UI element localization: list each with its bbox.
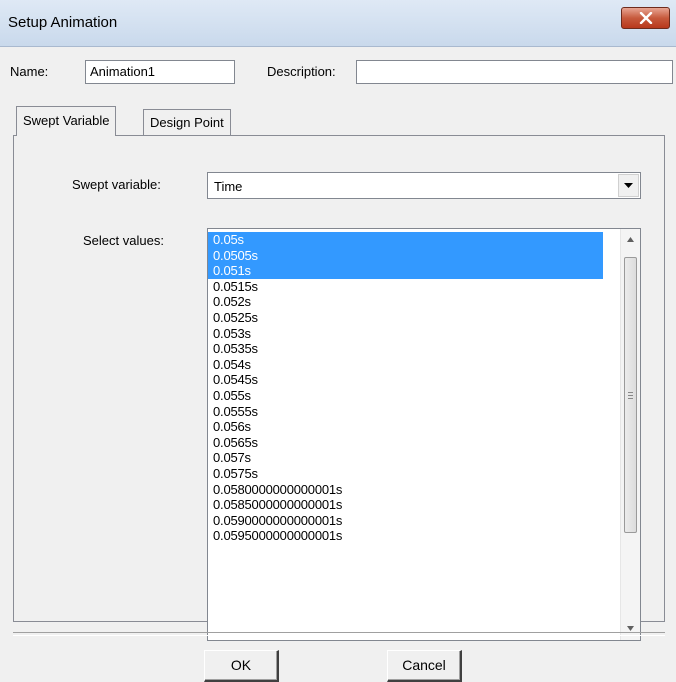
select-values-label: Select values: bbox=[83, 233, 164, 248]
swept-variable-value: Time bbox=[214, 179, 243, 194]
list-item[interactable]: 0.0505s bbox=[208, 247, 603, 264]
tab-swept-variable[interactable]: Swept Variable bbox=[16, 106, 117, 136]
list-item[interactable]: 0.053s bbox=[208, 326, 603, 342]
tab-design-point[interactable]: Design Point bbox=[143, 109, 231, 135]
values-listbox[interactable]: 0.05s 0.0505s 0.051s 0.0515s 0.052s 0.0525s 0.… bbox=[207, 228, 641, 641]
scroll-down-icon bbox=[627, 626, 634, 631]
ok-button[interactable]: OK bbox=[204, 650, 279, 682]
list-item[interactable]: 0.0585000000000001s bbox=[208, 497, 603, 513]
grip-line bbox=[628, 398, 633, 399]
list-item[interactable]: 0.055s bbox=[208, 388, 603, 404]
chevron-down-icon bbox=[624, 183, 633, 188]
name-field[interactable]: Animation1 bbox=[85, 60, 235, 84]
vertical-scrollbar[interactable] bbox=[620, 229, 640, 640]
footer-divider bbox=[13, 632, 665, 636]
list-item[interactable]: 0.0595000000000001s bbox=[208, 528, 603, 544]
values-list: 0.05s 0.0505s 0.051s 0.0515s 0.052s 0.0525s 0.… bbox=[208, 232, 603, 544]
list-item[interactable]: 0.0590000000000001s bbox=[208, 513, 603, 529]
list-item[interactable]: 0.0545s bbox=[208, 372, 603, 388]
dropdown-arrow-button[interactable] bbox=[618, 174, 639, 197]
list-item[interactable]: 0.056s bbox=[208, 419, 603, 435]
grip-line bbox=[628, 392, 633, 393]
swept-variable-label: Swept variable: bbox=[72, 177, 161, 192]
window-title: Setup Animation bbox=[8, 14, 118, 31]
list-item[interactable]: 0.05s bbox=[208, 232, 603, 248]
dialog-body: Name: Animation1 Description: Swept Vari… bbox=[3, 47, 673, 682]
list-item[interactable]: 0.0580000000000001s bbox=[208, 482, 603, 498]
list-item[interactable]: 0.0535s bbox=[208, 341, 603, 357]
list-item[interactable]: 0.054s bbox=[208, 357, 603, 373]
list-item[interactable]: 0.052s bbox=[208, 294, 603, 310]
scroll-up-button[interactable] bbox=[621, 231, 640, 249]
swept-variable-dropdown[interactable]: Time bbox=[207, 172, 641, 199]
cancel-button[interactable]: Cancel bbox=[387, 650, 462, 682]
name-label: Name: bbox=[10, 64, 49, 79]
list-item[interactable]: 0.0575s bbox=[208, 466, 603, 482]
list-item[interactable]: 0.0565s bbox=[208, 435, 603, 451]
list-item[interactable]: 0.051s bbox=[208, 263, 603, 279]
close-button[interactable] bbox=[621, 7, 670, 29]
list-item[interactable]: 0.0525s bbox=[208, 310, 603, 326]
grip-line bbox=[628, 395, 633, 396]
list-item[interactable]: 0.057s bbox=[208, 450, 603, 466]
scroll-thumb[interactable] bbox=[624, 257, 637, 533]
description-field[interactable] bbox=[356, 60, 673, 84]
close-x-icon bbox=[639, 12, 653, 24]
list-item[interactable]: 0.0515s bbox=[208, 279, 603, 295]
description-label: Description: bbox=[267, 64, 336, 79]
title-bar[interactable]: Setup Animation bbox=[0, 0, 676, 47]
list-item[interactable]: 0.0555s bbox=[208, 404, 603, 420]
scroll-up-icon bbox=[627, 237, 634, 242]
